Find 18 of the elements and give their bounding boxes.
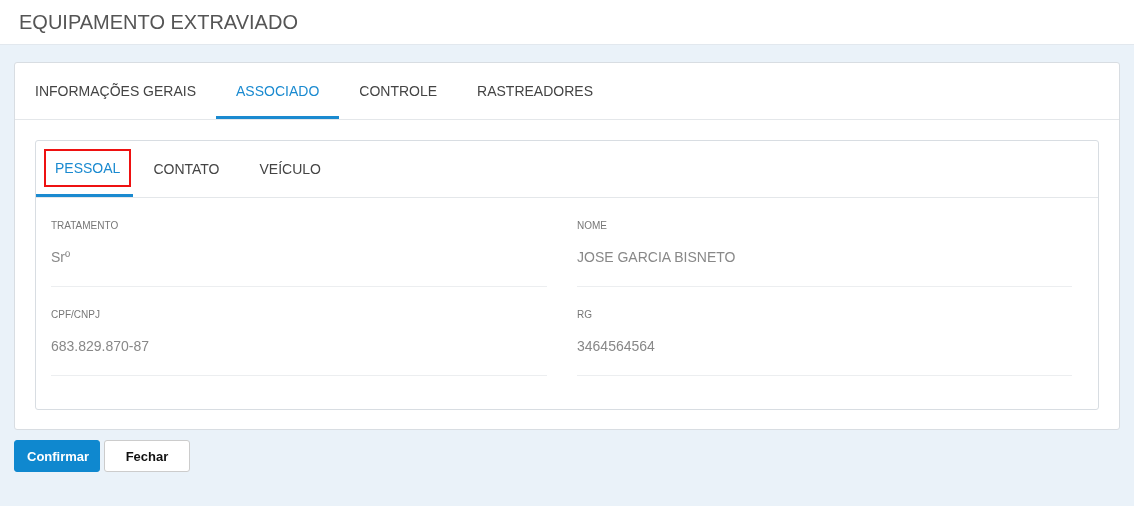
sub-tab[interactable]: CONTATO [133,141,240,197]
field-label: TRATAMENTO [51,219,120,232]
tab[interactable]: CONTROLE [339,63,458,119]
tab[interactable]: RASTREADORES [457,63,613,119]
field-value: 683.829.870-87 [51,337,151,355]
field-label: NOME [577,219,608,232]
field-value: Srº [51,248,72,266]
sub-tab[interactable]: VEÍCULO [239,141,341,197]
field-label: CPF/CNPJ [51,308,101,321]
field-value: 3464564564 [577,337,656,355]
confirm-button[interactable]: Confirmar [14,440,100,472]
field-label: RG [577,308,593,321]
sub-tab[interactable]: PESSOAL [46,151,130,185]
tab[interactable]: ASSOCIADO [216,63,340,119]
page-title: EQUIPAMENTO EXTRAVIADO [19,10,298,34]
field-value: JOSE GARCIA BISNETO [577,248,737,266]
tab[interactable]: INFORMAÇÕES GERAIS [15,63,217,119]
close-button[interactable]: Fechar [104,440,190,472]
